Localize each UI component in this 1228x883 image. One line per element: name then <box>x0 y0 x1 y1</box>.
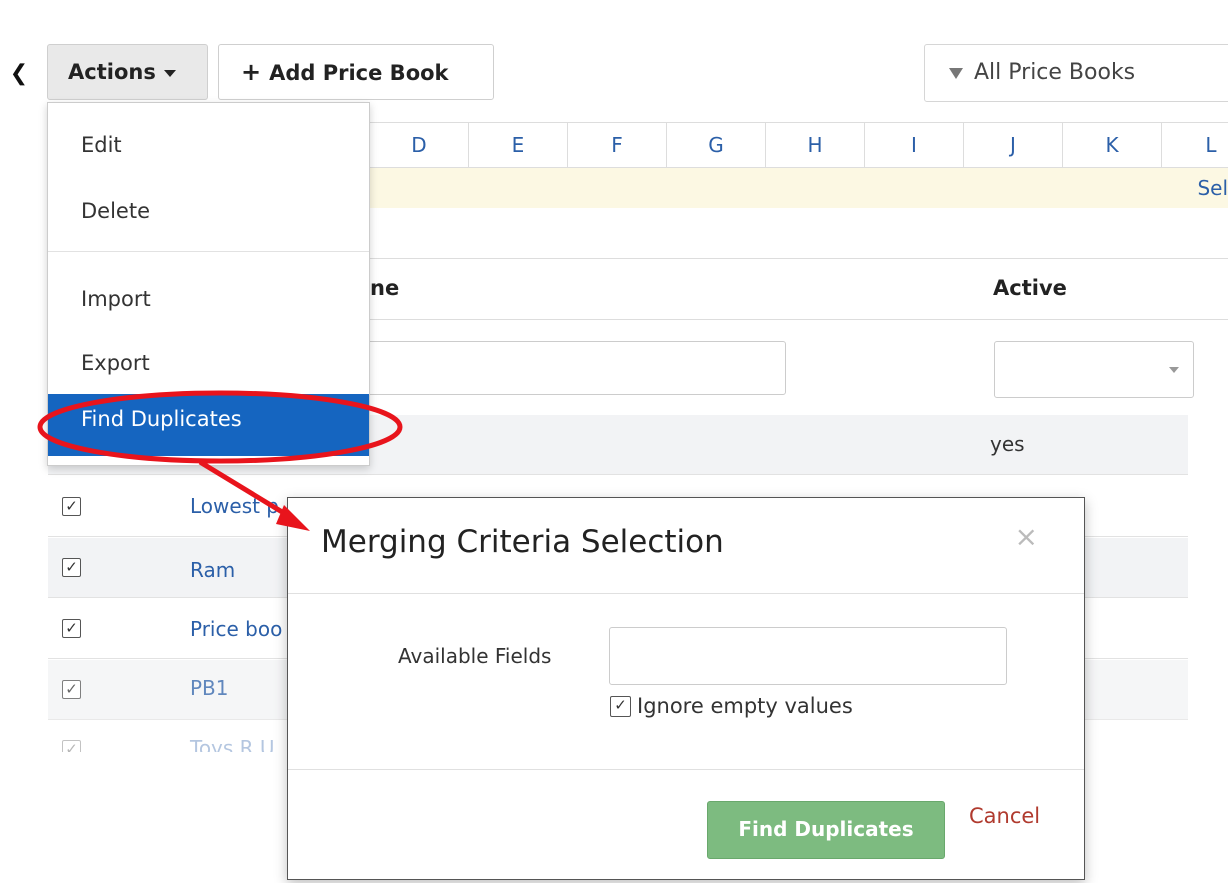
alpha-h[interactable]: H <box>766 123 865 167</box>
caret-down-icon <box>163 69 176 77</box>
menu-item-import[interactable]: Import <box>48 275 369 323</box>
cancel-link[interactable]: Cancel <box>969 804 1040 828</box>
merging-criteria-dialog: Merging Criteria Selection × Available F… <box>287 497 1085 880</box>
menu-item-delete[interactable]: Delete <box>48 187 369 235</box>
name-filter-input[interactable] <box>340 341 786 395</box>
column-header-active[interactable]: Active <box>993 276 1067 300</box>
close-icon[interactable]: × <box>1015 520 1038 553</box>
row-checkbox[interactable]: ✓ <box>62 497 81 516</box>
selection-notice-bar <box>370 168 1228 208</box>
alpha-g[interactable]: G <box>667 123 766 167</box>
alpha-j[interactable]: J <box>964 123 1063 167</box>
menu-item-export[interactable]: Export <box>48 339 369 387</box>
column-header-name[interactable]: ne <box>370 276 399 300</box>
row-checkbox[interactable]: ✓ <box>62 680 81 699</box>
alpha-e[interactable]: E <box>469 123 568 167</box>
chevron-down-icon <box>1169 367 1179 373</box>
menu-divider <box>48 251 369 252</box>
menu-item-edit[interactable]: Edit <box>48 121 369 169</box>
active-filter-select[interactable] <box>994 341 1194 398</box>
ignore-empty-values-label: Ignore empty values <box>637 694 853 718</box>
row-name-link[interactable]: Price boo <box>190 617 282 641</box>
available-fields-label: Available Fields <box>398 644 552 668</box>
row-name-link[interactable]: Toys R U <box>190 736 275 752</box>
filter-icon <box>949 67 963 79</box>
list-filter-select[interactable]: All Price Books <box>924 44 1228 102</box>
row-checkbox[interactable]: ✓ <box>62 619 81 638</box>
filter-label: All Price Books <box>974 60 1136 85</box>
add-price-book-button[interactable]: + Add Price Book <box>218 44 494 100</box>
row-active-value: yes <box>990 432 1025 456</box>
row-checkbox[interactable]: ✓ <box>62 740 81 752</box>
actions-dropdown-button[interactable]: Actions <box>47 44 208 100</box>
alphabet-filter-bar: D E F G H I J K L <box>370 122 1228 168</box>
ignore-empty-values-option[interactable]: ✓ Ignore empty values <box>610 694 853 718</box>
select-all-link[interactable]: Sel <box>1197 176 1228 200</box>
alpha-k[interactable]: K <box>1063 123 1162 167</box>
alpha-f[interactable]: F <box>568 123 667 167</box>
row-checkbox[interactable]: ✓ <box>62 558 81 577</box>
back-chevron-icon[interactable]: ❮ <box>4 56 34 92</box>
actions-label: Actions <box>68 60 156 84</box>
dialog-footer-divider <box>288 769 1084 770</box>
dialog-header-divider <box>288 593 1084 594</box>
alpha-i[interactable]: I <box>865 123 964 167</box>
add-price-book-label: Add Price Book <box>269 61 449 85</box>
actions-menu: Edit Delete Import Export Find Duplicate… <box>47 102 370 466</box>
row-name-link[interactable]: PB1 <box>190 676 229 700</box>
available-fields-input[interactable] <box>609 627 1007 685</box>
ignore-empty-values-checkbox[interactable]: ✓ <box>610 695 631 717</box>
row-name-link[interactable]: Ram <box>190 558 235 582</box>
alpha-l[interactable]: L <box>1162 123 1228 167</box>
alpha-d[interactable]: D <box>370 123 469 167</box>
plus-icon: + <box>241 58 262 86</box>
row-name-link[interactable]: Lowest p <box>190 494 279 518</box>
find-duplicates-button[interactable]: Find Duplicates <box>707 801 945 859</box>
menu-item-find-duplicates[interactable]: Find Duplicates <box>48 394 369 456</box>
dialog-title: Merging Criteria Selection <box>321 524 724 560</box>
